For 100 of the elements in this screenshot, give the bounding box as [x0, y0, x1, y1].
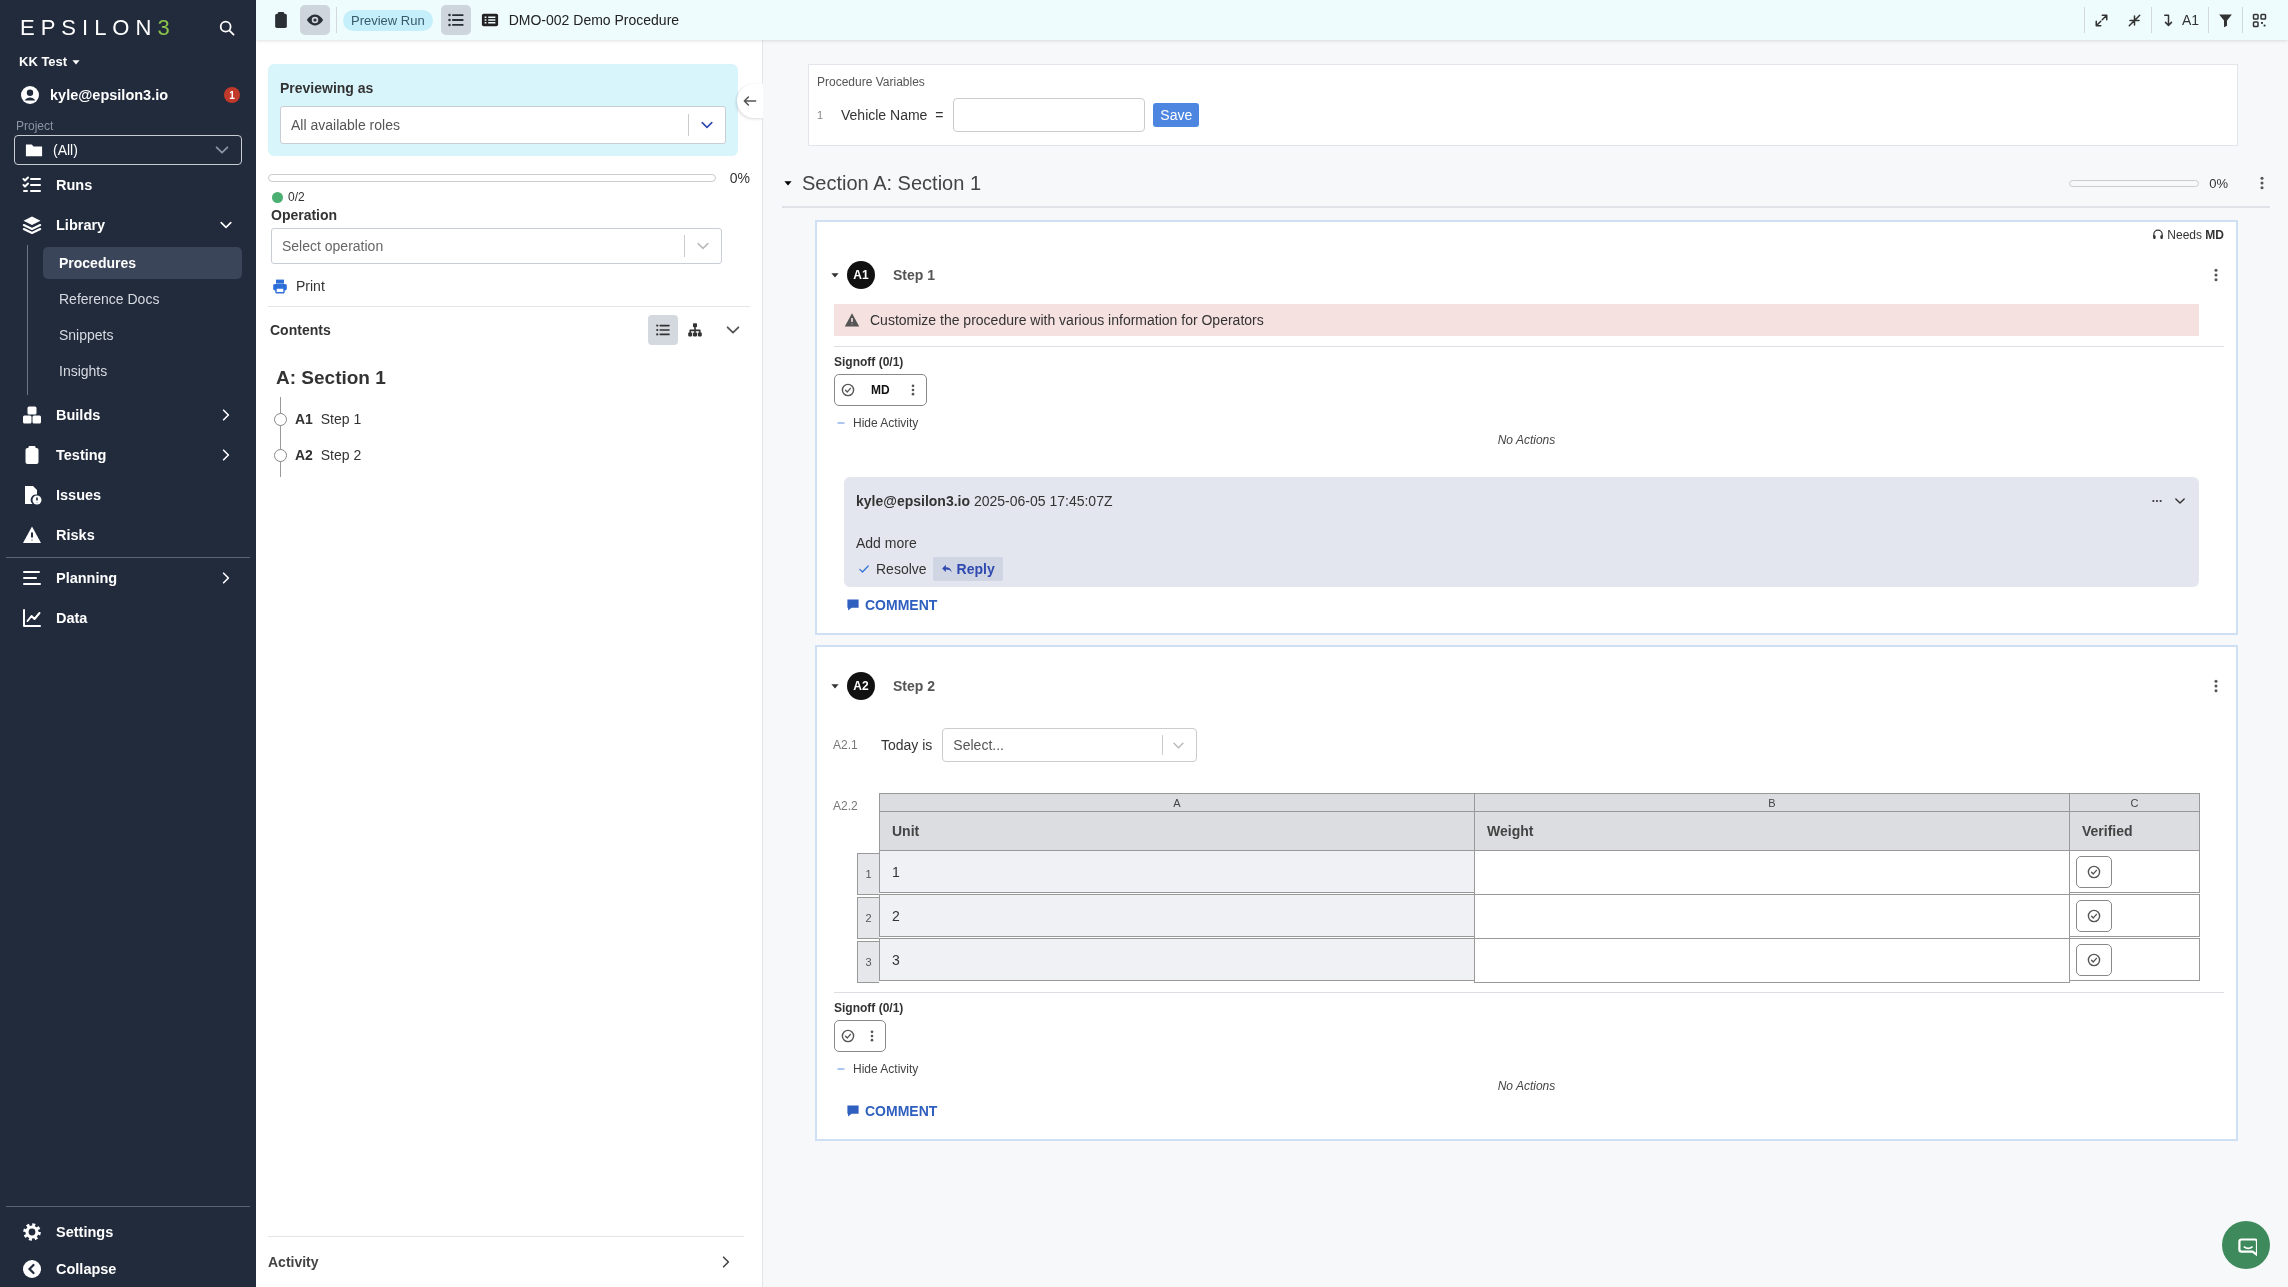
nav-subitem[interactable]: Reference Docs [43, 283, 242, 315]
table-cell[interactable]: 3 [879, 938, 1475, 981]
comment-button[interactable]: COMMENT [846, 1103, 938, 1119]
activity-toggle[interactable]: Activity [268, 1236, 744, 1287]
step-title: Step 1 [893, 267, 936, 283]
line-chart-icon [22, 608, 42, 628]
status-dot-icon [272, 191, 283, 203]
lines-icon [22, 568, 42, 588]
column-header: Verified [2069, 811, 2200, 851]
signoff-title: Signoff (0/1) [834, 1001, 905, 1015]
table-cell[interactable] [2069, 894, 2200, 937]
nav-item[interactable]: Data [14, 598, 242, 638]
filter-icon [2218, 12, 2233, 28]
notification-badge[interactable]: 1 [224, 87, 240, 103]
search-icon[interactable] [218, 19, 236, 37]
progress-percent: 0% [729, 170, 750, 186]
list-icon [655, 322, 671, 338]
section-title: Section A: Section 1 [802, 171, 982, 195]
role-select[interactable]: All available roles [280, 106, 726, 144]
cubes-icon [22, 405, 42, 425]
headset-icon [2152, 229, 2165, 241]
eye-button[interactable] [300, 5, 330, 35]
nav-item[interactable]: Planning [14, 558, 242, 598]
nav-subitem[interactable]: Snippets [43, 319, 242, 351]
section-progress-percent: 0% [2209, 175, 2228, 191]
table-cell[interactable]: 1 [879, 850, 1475, 893]
expand-icon [2093, 12, 2109, 28]
print-button[interactable]: Print [272, 278, 750, 294]
verify-button[interactable] [2076, 855, 2112, 888]
resolve-button[interactable]: Resolve [856, 557, 933, 581]
field-label: Today is [881, 737, 933, 753]
list-view-button[interactable] [648, 315, 678, 345]
check-icon [858, 563, 870, 575]
check-circle-icon [841, 383, 855, 397]
save-button[interactable]: Save [1153, 103, 1200, 127]
warning-banner: Customize the procedure with various information for Operators [834, 304, 2199, 336]
step-key-badge: A1 [847, 261, 875, 289]
hide-activity-toggle[interactable]: Hide Activity [836, 416, 2224, 430]
nav-item[interactable]: Collapse [14, 1250, 242, 1287]
row-number: 2 [857, 897, 879, 939]
block-index: A2.1 [833, 738, 859, 752]
nav-item[interactable]: Runs [14, 165, 242, 205]
operation-label: Operation [271, 207, 339, 223]
workspace-switcher[interactable]: KK Test [19, 54, 242, 69]
chat-launcher-button[interactable] [2222, 1221, 2270, 1269]
verify-button[interactable] [2076, 899, 2112, 932]
nav-subitem[interactable]: Procedures [43, 247, 242, 279]
outline-item[interactable]: A1 Step 1 [274, 401, 750, 437]
grid-icon [2252, 12, 2267, 28]
outline-toggle-button[interactable] [440, 5, 471, 35]
project-select[interactable]: (All) [14, 135, 242, 165]
signoff-title: Signoff (0/1) [834, 355, 905, 369]
step-count: 0/2 [288, 190, 305, 204]
check-circle-icon [841, 1029, 855, 1043]
checklist-icon [22, 175, 42, 195]
nav-item[interactable]: Risks [14, 515, 242, 555]
user-email[interactable]: kyle@epsilon3.io [50, 87, 214, 103]
warning-icon [22, 525, 42, 545]
nav-item[interactable]: Library [14, 205, 242, 245]
printer-icon [272, 278, 288, 294]
nav-item[interactable]: Settings [14, 1213, 242, 1250]
reply-icon [940, 563, 953, 575]
row-number: 1 [857, 853, 879, 895]
nav-item[interactable]: Testing [14, 435, 242, 475]
previewing-as-label: Previewing as [280, 80, 375, 96]
select-field[interactable]: Select... [942, 728, 1198, 762]
project-label: Project [16, 119, 55, 133]
clipboard-icon [272, 11, 290, 29]
gear-icon [22, 1221, 42, 1242]
variable-input[interactable] [953, 98, 1146, 132]
table-cell[interactable] [2069, 850, 2200, 893]
check-circle-icon [2087, 952, 2101, 967]
collapse-panel-button[interactable] [737, 84, 763, 118]
signoff-button[interactable]: MD [834, 374, 927, 406]
nav-subitem[interactable]: Insights [43, 355, 242, 387]
signoff-button[interactable] [834, 1020, 886, 1052]
verify-button[interactable] [2076, 943, 2112, 976]
operation-select[interactable]: Select operation [271, 228, 722, 264]
table-cell[interactable] [2069, 938, 2200, 981]
table-cell[interactable]: 2 [879, 894, 1475, 937]
no-actions-text: No Actions [1496, 1079, 1557, 1093]
column-header: Unit [879, 811, 1475, 851]
variable-name: Vehicle Name = [841, 107, 944, 123]
outline-item[interactable]: A2 Step 2 [274, 437, 750, 473]
compress-icon [2126, 12, 2142, 28]
hide-activity-toggle[interactable]: Hide Activity [836, 1062, 2224, 1076]
logo: EPSILON 3 [20, 15, 176, 41]
layers-icon [22, 215, 42, 235]
chevron-circle-icon [22, 1258, 42, 1279]
document-list-icon [480, 11, 499, 29]
warning-icon [844, 312, 860, 328]
procedure-title: DMO-002 Demo Procedure [508, 12, 680, 28]
nav-item[interactable]: Issues [14, 475, 242, 515]
comment-text: Add more [856, 535, 918, 551]
outline-section-title[interactable]: A: Section 1 [276, 367, 750, 389]
comment-button[interactable]: COMMENT [846, 597, 938, 613]
nav-item[interactable]: Builds [14, 395, 242, 435]
check-circle-icon [2087, 864, 2101, 879]
jump-button[interactable]: A1 [2150, 7, 2208, 33]
reply-button[interactable]: Reply [932, 557, 1003, 581]
